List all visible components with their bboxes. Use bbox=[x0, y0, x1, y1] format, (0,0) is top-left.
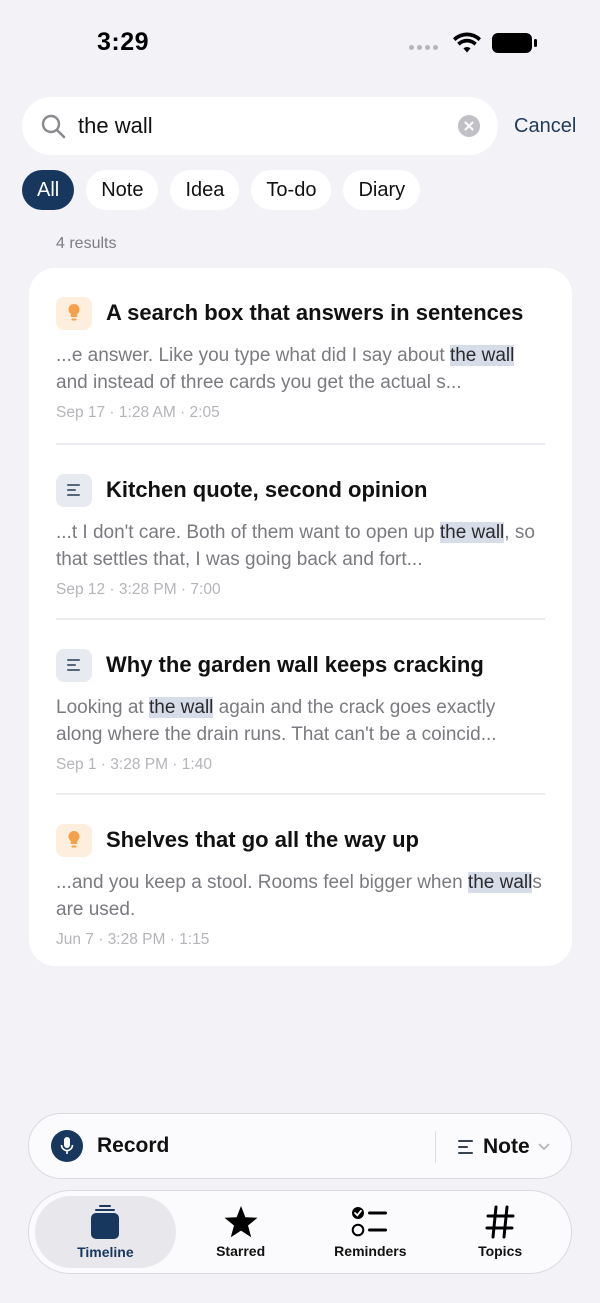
lightbulb-icon bbox=[56, 296, 92, 330]
status-bar: 3:29 bbox=[0, 0, 600, 90]
tab-label: Starred bbox=[216, 1243, 266, 1259]
search-row: Cancel bbox=[22, 96, 580, 156]
status-icons bbox=[409, 32, 538, 54]
result-meta: Sep 12 · 3:28 PM · 7:00 bbox=[56, 581, 221, 598]
result-snippet: ...and you keep a stool. Rooms feel bigg… bbox=[56, 872, 542, 920]
search-highlight: the wall bbox=[148, 697, 214, 718]
wifi-icon bbox=[453, 32, 481, 53]
divider bbox=[435, 1131, 436, 1163]
search-icon bbox=[41, 114, 66, 139]
tab-label: Timeline bbox=[77, 1244, 134, 1260]
tab-label: Reminders bbox=[334, 1243, 407, 1259]
tab-reminders[interactable]: Reminders bbox=[305, 1196, 435, 1268]
filter-chip-diary[interactable]: Diary bbox=[343, 170, 421, 210]
tab-bar: Timeline Starred Reminders Topics bbox=[28, 1190, 572, 1274]
note-lines-icon bbox=[56, 473, 92, 507]
note-lines-icon bbox=[56, 648, 92, 682]
results-count: 4 results bbox=[56, 235, 117, 252]
note-type-label: Note bbox=[483, 1135, 530, 1158]
lightbulb-icon bbox=[56, 823, 92, 857]
record-button[interactable]: Record bbox=[97, 1134, 169, 1158]
chevron-down-icon bbox=[538, 1143, 549, 1151]
result-meta: Sep 17 · 1:28 AM · 2:05 bbox=[56, 404, 220, 421]
record-bar: Record Note bbox=[28, 1113, 572, 1179]
hashtag-icon bbox=[485, 1205, 515, 1239]
result-meta: Sep 1 · 3:28 PM · 1:40 bbox=[56, 756, 212, 773]
result-item[interactable]: A search box that answers in sentences .… bbox=[56, 268, 545, 443]
result-snippet: ...t I don't care. Both of them want to … bbox=[56, 522, 535, 570]
note-lines-icon bbox=[458, 1140, 473, 1154]
result-title: Shelves that go all the way up bbox=[106, 827, 419, 852]
search-box[interactable] bbox=[22, 97, 498, 155]
battery-icon bbox=[492, 33, 537, 53]
result-title: A search box that answers in sentences bbox=[106, 300, 524, 325]
cancel-button[interactable]: Cancel bbox=[514, 115, 576, 138]
result-item[interactable]: Shelves that go all the way up ...and yo… bbox=[56, 793, 545, 968]
result-item[interactable]: Why the garden wall keeps cracking Looki… bbox=[56, 618, 545, 793]
filter-chip-idea[interactable]: Idea bbox=[170, 170, 240, 210]
search-highlight: the wall bbox=[439, 522, 505, 543]
clear-search-icon[interactable] bbox=[458, 115, 480, 137]
result-title: Kitchen quote, second opinion bbox=[106, 477, 428, 502]
tab-timeline[interactable]: Timeline bbox=[35, 1196, 176, 1268]
status-time: 3:29 bbox=[97, 28, 150, 56]
filter-chip-all[interactable]: All bbox=[22, 170, 75, 210]
search-input[interactable] bbox=[78, 113, 438, 139]
search-highlight: the wall bbox=[449, 345, 515, 366]
reminders-icon bbox=[352, 1207, 388, 1237]
note-type-selector[interactable]: Note bbox=[457, 1114, 550, 1180]
timeline-icon bbox=[91, 1205, 120, 1239]
signal-icon bbox=[409, 44, 438, 50]
result-item[interactable]: Kitchen quote, second opinion ...t I don… bbox=[56, 443, 545, 618]
result-title: Why the garden wall keeps cracking bbox=[106, 652, 484, 677]
star-icon bbox=[224, 1206, 258, 1238]
results-card: A search box that answers in sentences .… bbox=[29, 268, 572, 966]
search-highlight: the wall bbox=[467, 872, 533, 893]
result-snippet: ...e answer. Like you type what did I sa… bbox=[56, 345, 515, 393]
filter-chips: All Note Idea To-do Diary bbox=[22, 170, 421, 210]
tab-topics[interactable]: Topics bbox=[435, 1196, 565, 1268]
result-snippet: Looking at the wall again and the crack … bbox=[56, 697, 497, 745]
filter-chip-todo[interactable]: To-do bbox=[251, 170, 332, 210]
tab-label: Topics bbox=[478, 1243, 523, 1259]
microphone-icon[interactable] bbox=[51, 1130, 83, 1162]
tab-starred[interactable]: Starred bbox=[176, 1196, 306, 1268]
result-meta: Jun 7 · 3:28 PM · 1:15 bbox=[56, 931, 210, 948]
filter-chip-note[interactable]: Note bbox=[86, 170, 159, 210]
